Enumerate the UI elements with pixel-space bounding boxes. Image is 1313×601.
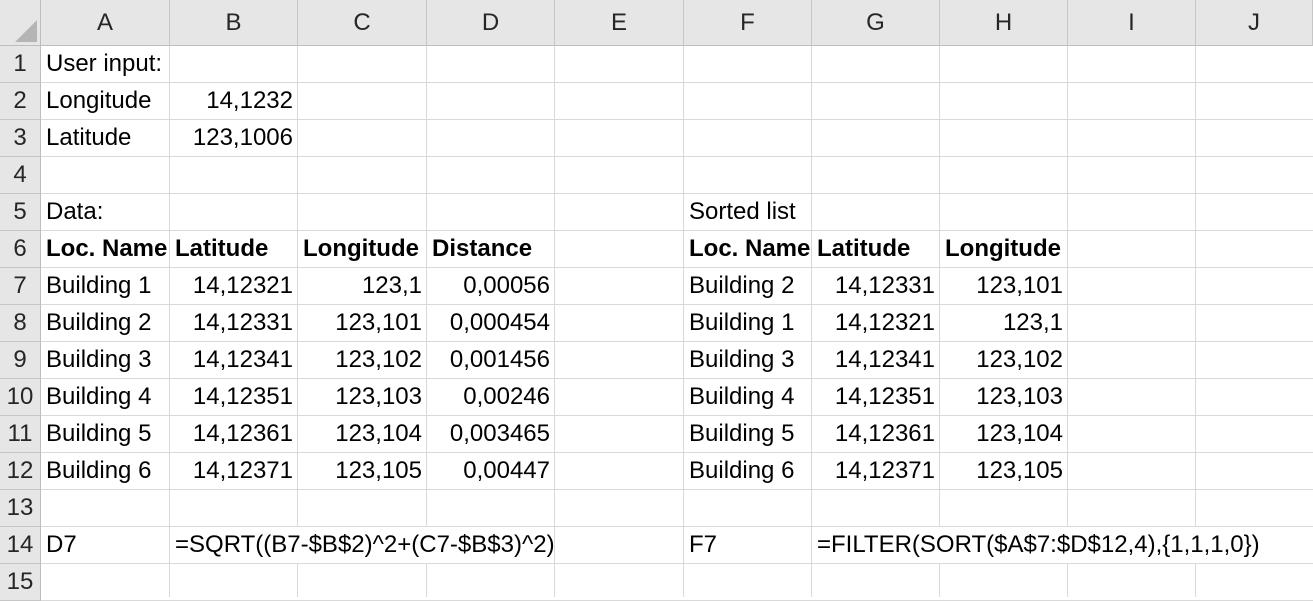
cell-d10[interactable]: 0,00246 [427,379,554,415]
cell-a12[interactable]: Building 6 [41,453,169,489]
cell-b10[interactable]: 14,12351 [170,379,297,415]
cell-a9[interactable]: Building 3 [41,342,169,378]
row-header-8[interactable]: 8 [0,305,41,342]
cell-a11[interactable]: Building 5 [41,416,169,452]
row-header-15[interactable]: 15 [0,564,41,601]
row-header-6[interactable]: 6 [0,231,41,268]
cell-b9[interactable]: 14,12341 [170,342,297,378]
cell-g9[interactable]: 14,12341 [812,342,939,378]
gridline-horizontal [41,489,1313,490]
column-header-j[interactable]: J [1196,0,1313,46]
row-header-14[interactable]: 14 [0,527,41,564]
cell-f5[interactable]: Sorted list [684,194,811,230]
gridline-vertical [1067,46,1068,597]
cell-a10[interactable]: Building 4 [41,379,169,415]
row-header-9[interactable]: 9 [0,342,41,379]
cell-a14[interactable]: D7 [41,527,169,563]
cell-f14[interactable]: F7 [684,527,811,563]
cell-d8[interactable]: 0,000454 [427,305,554,341]
cell-a1[interactable]: User input: [41,46,169,82]
column-header-i[interactable]: I [1068,0,1196,46]
cell-b6[interactable]: Latitude [170,231,297,267]
cell-f12[interactable]: Building 6 [684,453,811,489]
gridline-vertical [1195,46,1196,597]
row-header-4[interactable]: 4 [0,157,41,194]
cell-d12[interactable]: 0,00447 [427,453,554,489]
select-all-icon [15,20,37,42]
cell-c8[interactable]: 123,101 [298,305,426,341]
cell-a5[interactable]: Data: [41,194,169,230]
cell-g11[interactable]: 14,12361 [812,416,939,452]
cell-b8[interactable]: 14,12331 [170,305,297,341]
cell-b11[interactable]: 14,12361 [170,416,297,452]
cell-h7[interactable]: 123,101 [940,268,1067,304]
cell-g8[interactable]: 14,12321 [812,305,939,341]
cell-f10[interactable]: Building 4 [684,379,811,415]
row-header-5[interactable]: 5 [0,194,41,231]
column-header-f[interactable]: F [684,0,812,46]
cell-d11[interactable]: 0,003465 [427,416,554,452]
cell-a6[interactable]: Loc. Name [41,231,169,267]
cell-c11[interactable]: 123,104 [298,416,426,452]
column-header-e[interactable]: E [555,0,684,46]
cell-f11[interactable]: Building 5 [684,416,811,452]
cell-f8[interactable]: Building 1 [684,305,811,341]
cell-d6[interactable]: Distance [427,231,554,267]
cell-c7[interactable]: 123,1 [298,268,426,304]
column-header-a[interactable]: A [41,0,170,46]
cell-h10[interactable]: 123,103 [940,379,1067,415]
cell-h8[interactable]: 123,1 [940,305,1067,341]
cell-c6[interactable]: Longitude [298,231,426,267]
cell-b7[interactable]: 14,12321 [170,268,297,304]
column-header-g[interactable]: G [812,0,940,46]
cell-f6[interactable]: Loc. Name [684,231,811,267]
column-header-d[interactable]: D [427,0,555,46]
cell-b14[interactable]: =SQRT((B7-$B$2)^2+(C7-$B$3)^2) [170,527,555,563]
spreadsheet-grid[interactable]: A B C D E F G H I J 1 2 3 4 5 6 7 8 9 10 11 12 13 14 15 User inpu… [0,0,1313,601]
cell-d9[interactable]: 0,001456 [427,342,554,378]
column-header-h[interactable]: H [940,0,1068,46]
cell-g12[interactable]: 14,12371 [812,453,939,489]
cell-h11[interactable]: 123,104 [940,416,1067,452]
column-header-b[interactable]: B [170,0,298,46]
cell-a2[interactable]: Longitude [41,83,169,119]
row-header-1[interactable]: 1 [0,46,41,83]
cell-a8[interactable]: Building 2 [41,305,169,341]
row-header-2[interactable]: 2 [0,83,41,120]
gridline-horizontal [41,156,1313,157]
cell-h12[interactable]: 123,105 [940,453,1067,489]
row-header-12[interactable]: 12 [0,453,41,490]
cell-f7[interactable]: Building 2 [684,268,811,304]
gridline-horizontal [41,193,1313,194]
cell-d7[interactable]: 0,00056 [427,268,554,304]
cell-a7[interactable]: Building 1 [41,268,169,304]
row-header-7[interactable]: 7 [0,268,41,305]
cell-c12[interactable]: 123,105 [298,453,426,489]
cell-b2[interactable]: 14,1232 [170,83,297,119]
cell-c9[interactable]: 123,102 [298,342,426,378]
cell-a3[interactable]: Latitude [41,120,169,156]
cell-b3[interactable]: 123,1006 [170,120,297,156]
cell-g14[interactable]: =FILTER(SORT($A$7:$D$12,4),{1,1,1,0}) [812,527,1313,563]
cell-g7[interactable]: 14,12331 [812,268,939,304]
row-header-13[interactable]: 13 [0,490,41,527]
gridline-horizontal [41,563,1313,564]
row-header-3[interactable]: 3 [0,120,41,157]
cell-b12[interactable]: 14,12371 [170,453,297,489]
cell-c10[interactable]: 123,103 [298,379,426,415]
column-header-c[interactable]: C [298,0,427,46]
cell-f9[interactable]: Building 3 [684,342,811,378]
select-all-corner[interactable] [0,0,41,46]
cell-h6[interactable]: Longitude [940,231,1067,267]
cell-h9[interactable]: 123,102 [940,342,1067,378]
gridline-vertical [554,46,555,597]
cell-g6[interactable]: Latitude [812,231,939,267]
row-header-10[interactable]: 10 [0,379,41,416]
row-header-11[interactable]: 11 [0,416,41,453]
cell-g10[interactable]: 14,12351 [812,379,939,415]
